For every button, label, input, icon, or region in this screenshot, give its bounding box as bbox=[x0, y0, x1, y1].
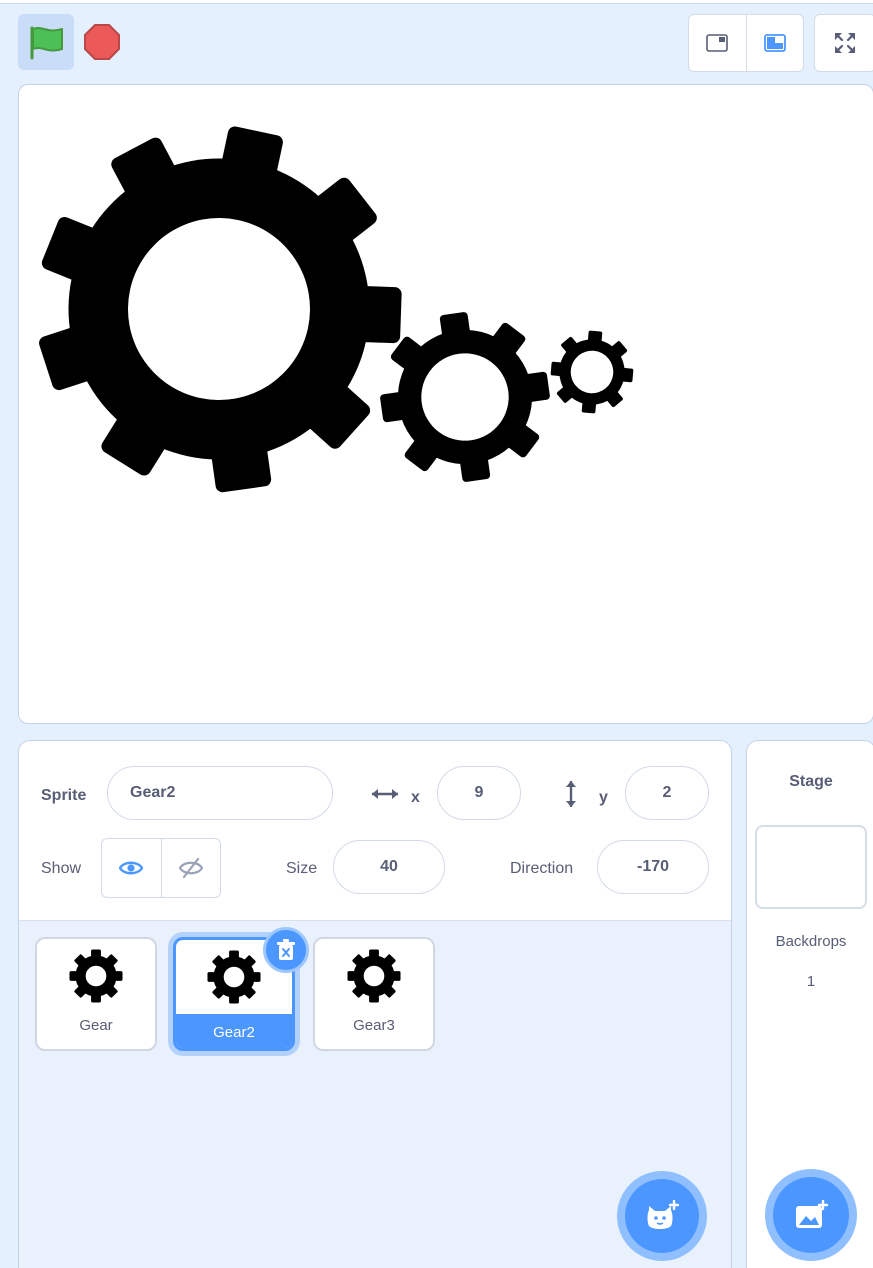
eye-icon bbox=[119, 861, 144, 875]
hide-button[interactable] bbox=[160, 839, 221, 897]
y-label: y bbox=[599, 789, 608, 806]
sprite-info-panel: Sprite Gear2 x 9 y 2 Show Size 40 Direct… bbox=[19, 741, 731, 921]
y-field[interactable]: 2 bbox=[625, 766, 709, 820]
backdrops-count: 1 bbox=[806, 973, 816, 990]
x-field[interactable]: 9 bbox=[437, 766, 521, 820]
sprite-tile-gear3[interactable]: Gear3 bbox=[313, 937, 435, 1051]
sprite-pane: Sprite Gear2 x 9 y 2 Show Size 40 Direct… bbox=[18, 740, 732, 1268]
stage-title: Stage bbox=[789, 773, 833, 790]
choose-sprite-icon bbox=[647, 1200, 679, 1229]
choose-sprite-button[interactable] bbox=[617, 1171, 707, 1261]
selected-name-bar: Gear2 bbox=[176, 1014, 292, 1048]
gear-sprite-small[interactable] bbox=[548, 328, 637, 417]
green-flag-button[interactable] bbox=[18, 14, 74, 70]
size-label: Size bbox=[286, 860, 318, 877]
trash-icon bbox=[277, 939, 295, 960]
sprite-thumbnail bbox=[37, 939, 155, 1013]
stage-thumbnail[interactable] bbox=[755, 825, 867, 909]
choose-backdrop-button-inner bbox=[773, 1177, 849, 1253]
stage-size-toggle bbox=[688, 14, 804, 72]
fullscreen-button[interactable] bbox=[814, 14, 873, 72]
x-label: x bbox=[411, 789, 420, 806]
show-button[interactable] bbox=[102, 839, 161, 897]
gear-icon bbox=[347, 949, 401, 1003]
gear-icon bbox=[69, 949, 123, 1003]
sprite-name-field[interactable]: Gear2 bbox=[107, 766, 333, 820]
direction-field[interactable]: -170 bbox=[597, 840, 709, 894]
show-label: Show bbox=[41, 860, 82, 877]
delete-sprite-button[interactable] bbox=[263, 927, 309, 973]
sprite-label: Sprite bbox=[41, 787, 87, 804]
stop-icon bbox=[84, 24, 120, 60]
choose-sprite-button-inner bbox=[625, 1179, 699, 1253]
horizontal-arrows-icon bbox=[372, 789, 398, 799]
stage-target-pane[interactable]: Stage Backdrops 1 bbox=[746, 740, 873, 1268]
stage-canvas[interactable] bbox=[18, 84, 873, 724]
visibility-toggle bbox=[101, 838, 221, 898]
sprite-tile-gear[interactable]: Gear bbox=[35, 937, 157, 1051]
top-divider bbox=[0, 0, 873, 4]
size-field[interactable]: 40 bbox=[333, 840, 445, 894]
eye-slash-icon bbox=[178, 857, 204, 879]
choose-backdrop-button[interactable] bbox=[765, 1169, 857, 1261]
direction-label: Direction bbox=[510, 860, 574, 877]
small-stage-icon bbox=[706, 34, 729, 52]
large-stage-icon bbox=[763, 34, 786, 52]
large-stage-button[interactable] bbox=[745, 15, 804, 71]
gear-sprite-large[interactable] bbox=[19, 93, 437, 524]
green-flag-icon bbox=[30, 26, 63, 60]
sprite-tile-label: Gear2 bbox=[213, 1024, 255, 1041]
gear-icon bbox=[207, 950, 261, 1004]
sprite-thumbnail bbox=[315, 939, 433, 1013]
small-stage-button[interactable] bbox=[689, 15, 746, 71]
sprite-tile-label: Gear3 bbox=[353, 1017, 395, 1034]
vertical-arrows-icon bbox=[566, 781, 576, 807]
choose-backdrop-icon bbox=[796, 1200, 828, 1228]
backdrops-label: Backdrops bbox=[775, 933, 847, 950]
sprite-tile-label: Gear bbox=[79, 1017, 113, 1034]
fullscreen-icon bbox=[835, 33, 855, 53]
stop-button[interactable] bbox=[82, 22, 122, 62]
